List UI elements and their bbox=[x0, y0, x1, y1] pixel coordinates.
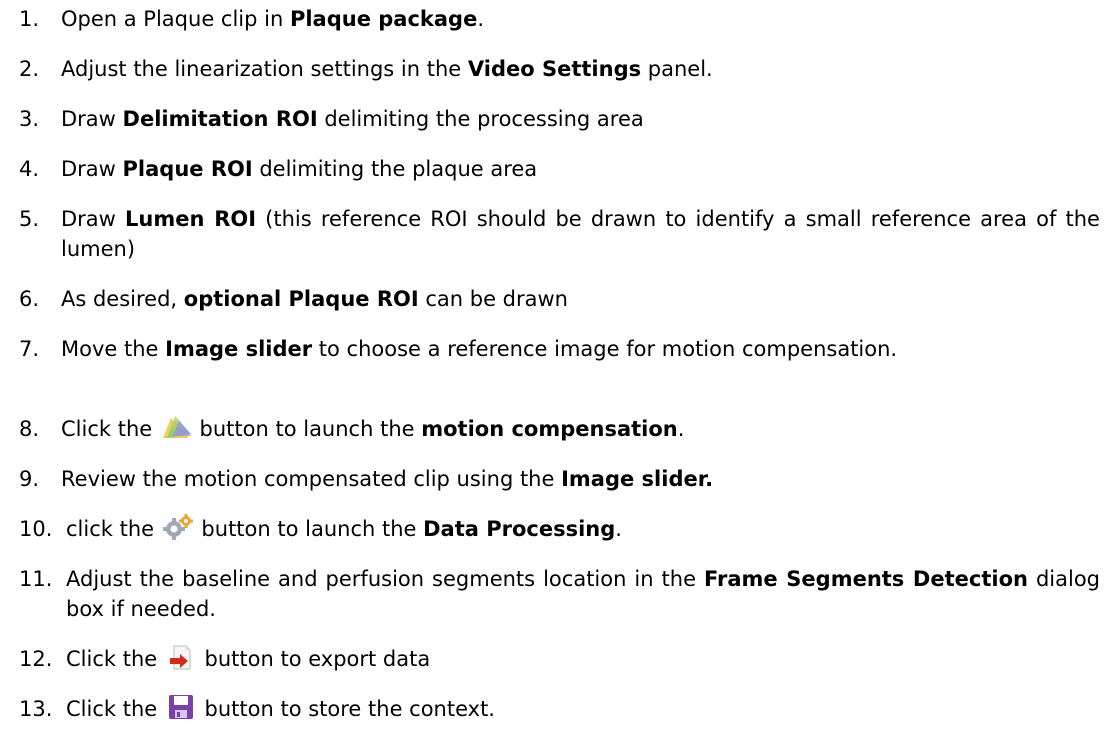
step-number: 12. bbox=[19, 647, 53, 671]
step-text: Review the motion compensated clip using… bbox=[61, 467, 714, 491]
step-number: 8. bbox=[19, 417, 40, 441]
step-text: click the button to launch the Data Proc… bbox=[66, 514, 1100, 544]
step-number: 7. bbox=[19, 337, 40, 361]
step-number: 3. bbox=[19, 107, 40, 131]
step-text: Draw Lumen ROI (this reference ROI shoul… bbox=[61, 207, 1100, 261]
step-9: 9. Review the motion compensated clip us… bbox=[19, 464, 1100, 494]
step-4: 4. Draw Plaque ROI delimiting the plaque… bbox=[19, 154, 1100, 184]
step-8: 8. Click the button to launch the motion… bbox=[19, 414, 1100, 444]
step-12: 12. Click the button to export data bbox=[19, 644, 1100, 674]
step-7: 7. Move the Image slider to choose a ref… bbox=[19, 334, 1100, 364]
step-11: 11. Adjust the baseline and perfusion se… bbox=[19, 564, 1100, 624]
step-text: Adjust the baseline and perfusion segmen… bbox=[66, 567, 1101, 621]
step-3: 3. Draw Delimitation ROI delimiting the … bbox=[19, 104, 1100, 134]
step-text: Click the button to export data bbox=[66, 644, 1100, 674]
step-text: Click the button to store the context. bbox=[66, 694, 1100, 724]
step-text: Click the button to launch the motion co… bbox=[61, 414, 1100, 444]
step-number: 1. bbox=[19, 7, 40, 31]
step-2: 2. Adjust the linearization settings in … bbox=[19, 54, 1100, 84]
save-floppy-icon bbox=[166, 694, 196, 720]
step-6: 6. As desired, optional Plaque ROI can b… bbox=[19, 284, 1100, 314]
step-text: Open a Plaque clip in Plaque package. bbox=[61, 7, 484, 31]
step-text: Draw Plaque ROI delimiting the plaque ar… bbox=[61, 157, 538, 181]
step-text: Draw Delimitation ROI delimiting the pro… bbox=[61, 107, 644, 131]
step-13: 13. Click the button to store the contex… bbox=[19, 694, 1100, 724]
step-5: 5. Draw Lumen ROI (this reference ROI sh… bbox=[19, 204, 1100, 264]
step-10: 10. click the button to launch the Data … bbox=[19, 514, 1100, 544]
step-number: 5. bbox=[19, 207, 40, 231]
step-number: 6. bbox=[19, 287, 40, 311]
step-number: 13. bbox=[19, 697, 53, 721]
step-number: 9. bbox=[19, 467, 40, 491]
step-number: 11. bbox=[19, 567, 53, 591]
step-text: Move the Image slider to choose a refere… bbox=[61, 337, 898, 361]
step-number: 2. bbox=[19, 57, 40, 81]
data-processing-gear-icon bbox=[162, 514, 193, 540]
step-1: 1. Open a Plaque clip in Plaque package. bbox=[19, 4, 1100, 34]
step-number: 10. bbox=[19, 517, 53, 541]
step-number: 4. bbox=[19, 157, 40, 181]
export-data-icon bbox=[166, 644, 196, 670]
motion-compensation-icon bbox=[161, 414, 191, 440]
step-text: Adjust the linearization settings in the… bbox=[61, 57, 713, 81]
step-text: As desired, optional Plaque ROI can be d… bbox=[61, 287, 568, 311]
